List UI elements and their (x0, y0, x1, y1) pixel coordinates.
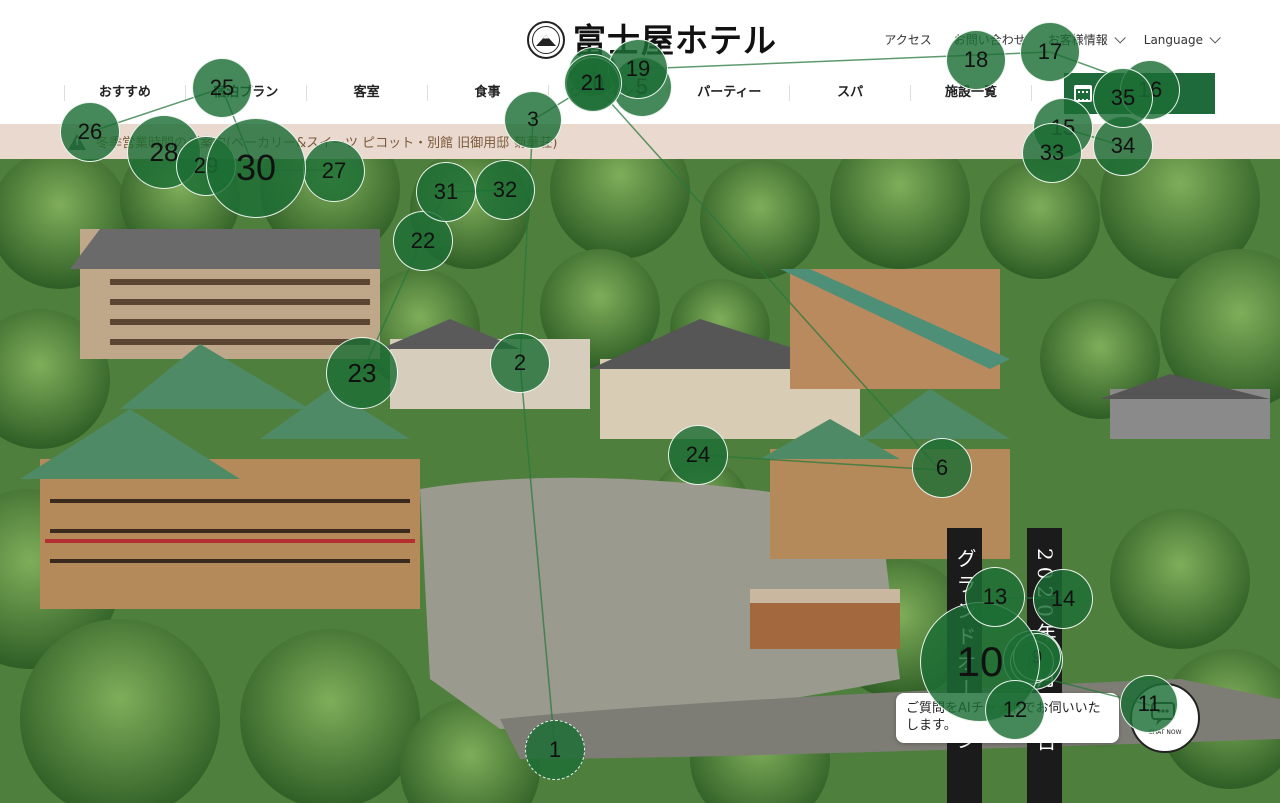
chat-now-label: CHAT NOW (1148, 728, 1182, 736)
site-header: 富士屋ホテル アクセス お問い合わせ お客様情報 Language おすすめ 宿… (0, 0, 1280, 124)
access-label: アクセス (884, 33, 932, 47)
main-nav: おすすめ 宿泊プラン 客室 食事 ウエディング パーティー スパ 施設一覧 (64, 73, 1032, 113)
utility-nav: アクセス お問い合わせ お客様情報 Language (862, 31, 1221, 48)
opening-banner-right[interactable]: 2020年7月15日 (1027, 528, 1062, 803)
notice-text[interactable]: 冬季営業時間のご案内(ベーカリー&スイーツ ピコット・別館 旧御用邸 菊華荘) (96, 132, 557, 151)
nav-party[interactable]: パーティー (668, 85, 789, 101)
language-label: Language (1143, 32, 1203, 47)
nav-recommend[interactable]: おすすめ (64, 85, 185, 101)
chat-bubble[interactable]: ご質問をAIチャットでお伺いいたします。 (896, 693, 1119, 743)
chevron-down-icon (1114, 31, 1126, 44)
chat-icon (1151, 701, 1175, 725)
nav-facilities[interactable]: 施設一覧 (910, 85, 1032, 101)
guest-info-label: お客様情報 (1047, 33, 1108, 47)
logo-emblem-icon (527, 21, 565, 59)
nav-dining[interactable]: 食事 (426, 85, 548, 101)
opening-banner-left[interactable]: グランドオープン (947, 528, 982, 803)
chevron-down-icon (1209, 31, 1221, 44)
nav-wedding[interactable]: ウエディング (547, 85, 669, 101)
access-link[interactable]: アクセス (884, 31, 931, 48)
nav-stay-plans[interactable]: 宿泊プラン (184, 85, 306, 101)
reserve-button[interactable] (1064, 73, 1215, 114)
nav-spa[interactable]: スパ (789, 85, 910, 101)
brand-logo[interactable]: 富士屋ホテル (527, 20, 777, 60)
nav-rooms[interactable]: 客室 (305, 85, 427, 101)
calendar-icon (1074, 85, 1092, 102)
guest-info-dropdown[interactable]: お客様情報 (1047, 31, 1126, 48)
language-dropdown[interactable]: Language (1143, 31, 1221, 47)
chat-now-button[interactable]: CHAT NOW (1130, 683, 1200, 753)
warning-icon (68, 133, 86, 150)
contact-label: お問い合わせ (953, 33, 1026, 47)
logo-text: 富士屋ホテル (573, 20, 777, 60)
contact-link[interactable]: お問い合わせ (954, 31, 1026, 48)
notice-bar[interactable]: 冬季営業時間のご案内(ベーカリー&スイーツ ピコット・別館 旧御用邸 菊華荘) (0, 124, 1280, 159)
